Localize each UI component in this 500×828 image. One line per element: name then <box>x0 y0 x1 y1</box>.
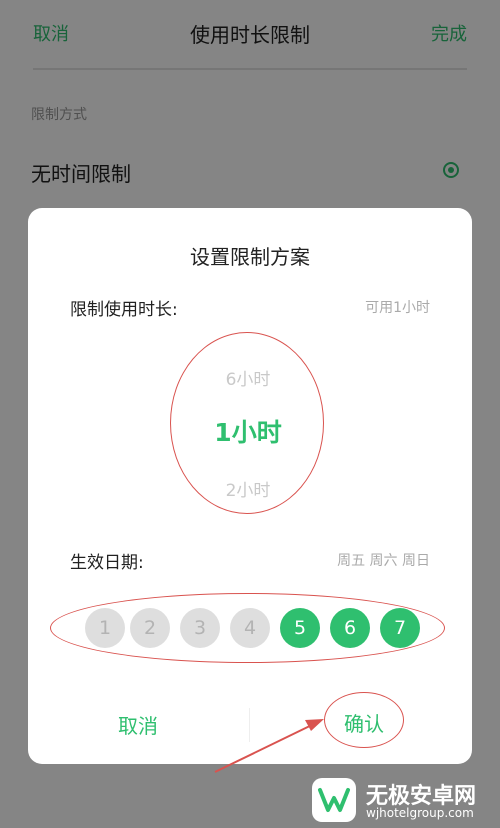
watermark: 无极安卓网 wjhotelgroup.com <box>312 776 500 824</box>
duration-label: 限制使用时长: <box>70 300 178 320</box>
limit-plan-dialog: 设置限制方案 限制使用时长: 可用1小时 6小时 1小时 2小时 生效日期: 周… <box>28 208 472 764</box>
annotation-circle-picker <box>170 332 324 514</box>
date-hint: 周五 周六 周日 <box>337 553 430 569</box>
watermark-url: wjhotelgroup.com <box>366 806 474 820</box>
dialog-cancel-button[interactable]: 取消 <box>75 710 201 739</box>
date-label: 生效日期: <box>70 553 144 573</box>
button-divider <box>249 708 250 742</box>
duration-hint: 可用1小时 <box>365 300 430 316</box>
dialog-title: 设置限制方案 <box>190 245 310 269</box>
watermark-logo-icon <box>312 778 356 822</box>
annotation-circle-confirm <box>324 692 404 748</box>
annotation-circle-days <box>50 593 445 663</box>
